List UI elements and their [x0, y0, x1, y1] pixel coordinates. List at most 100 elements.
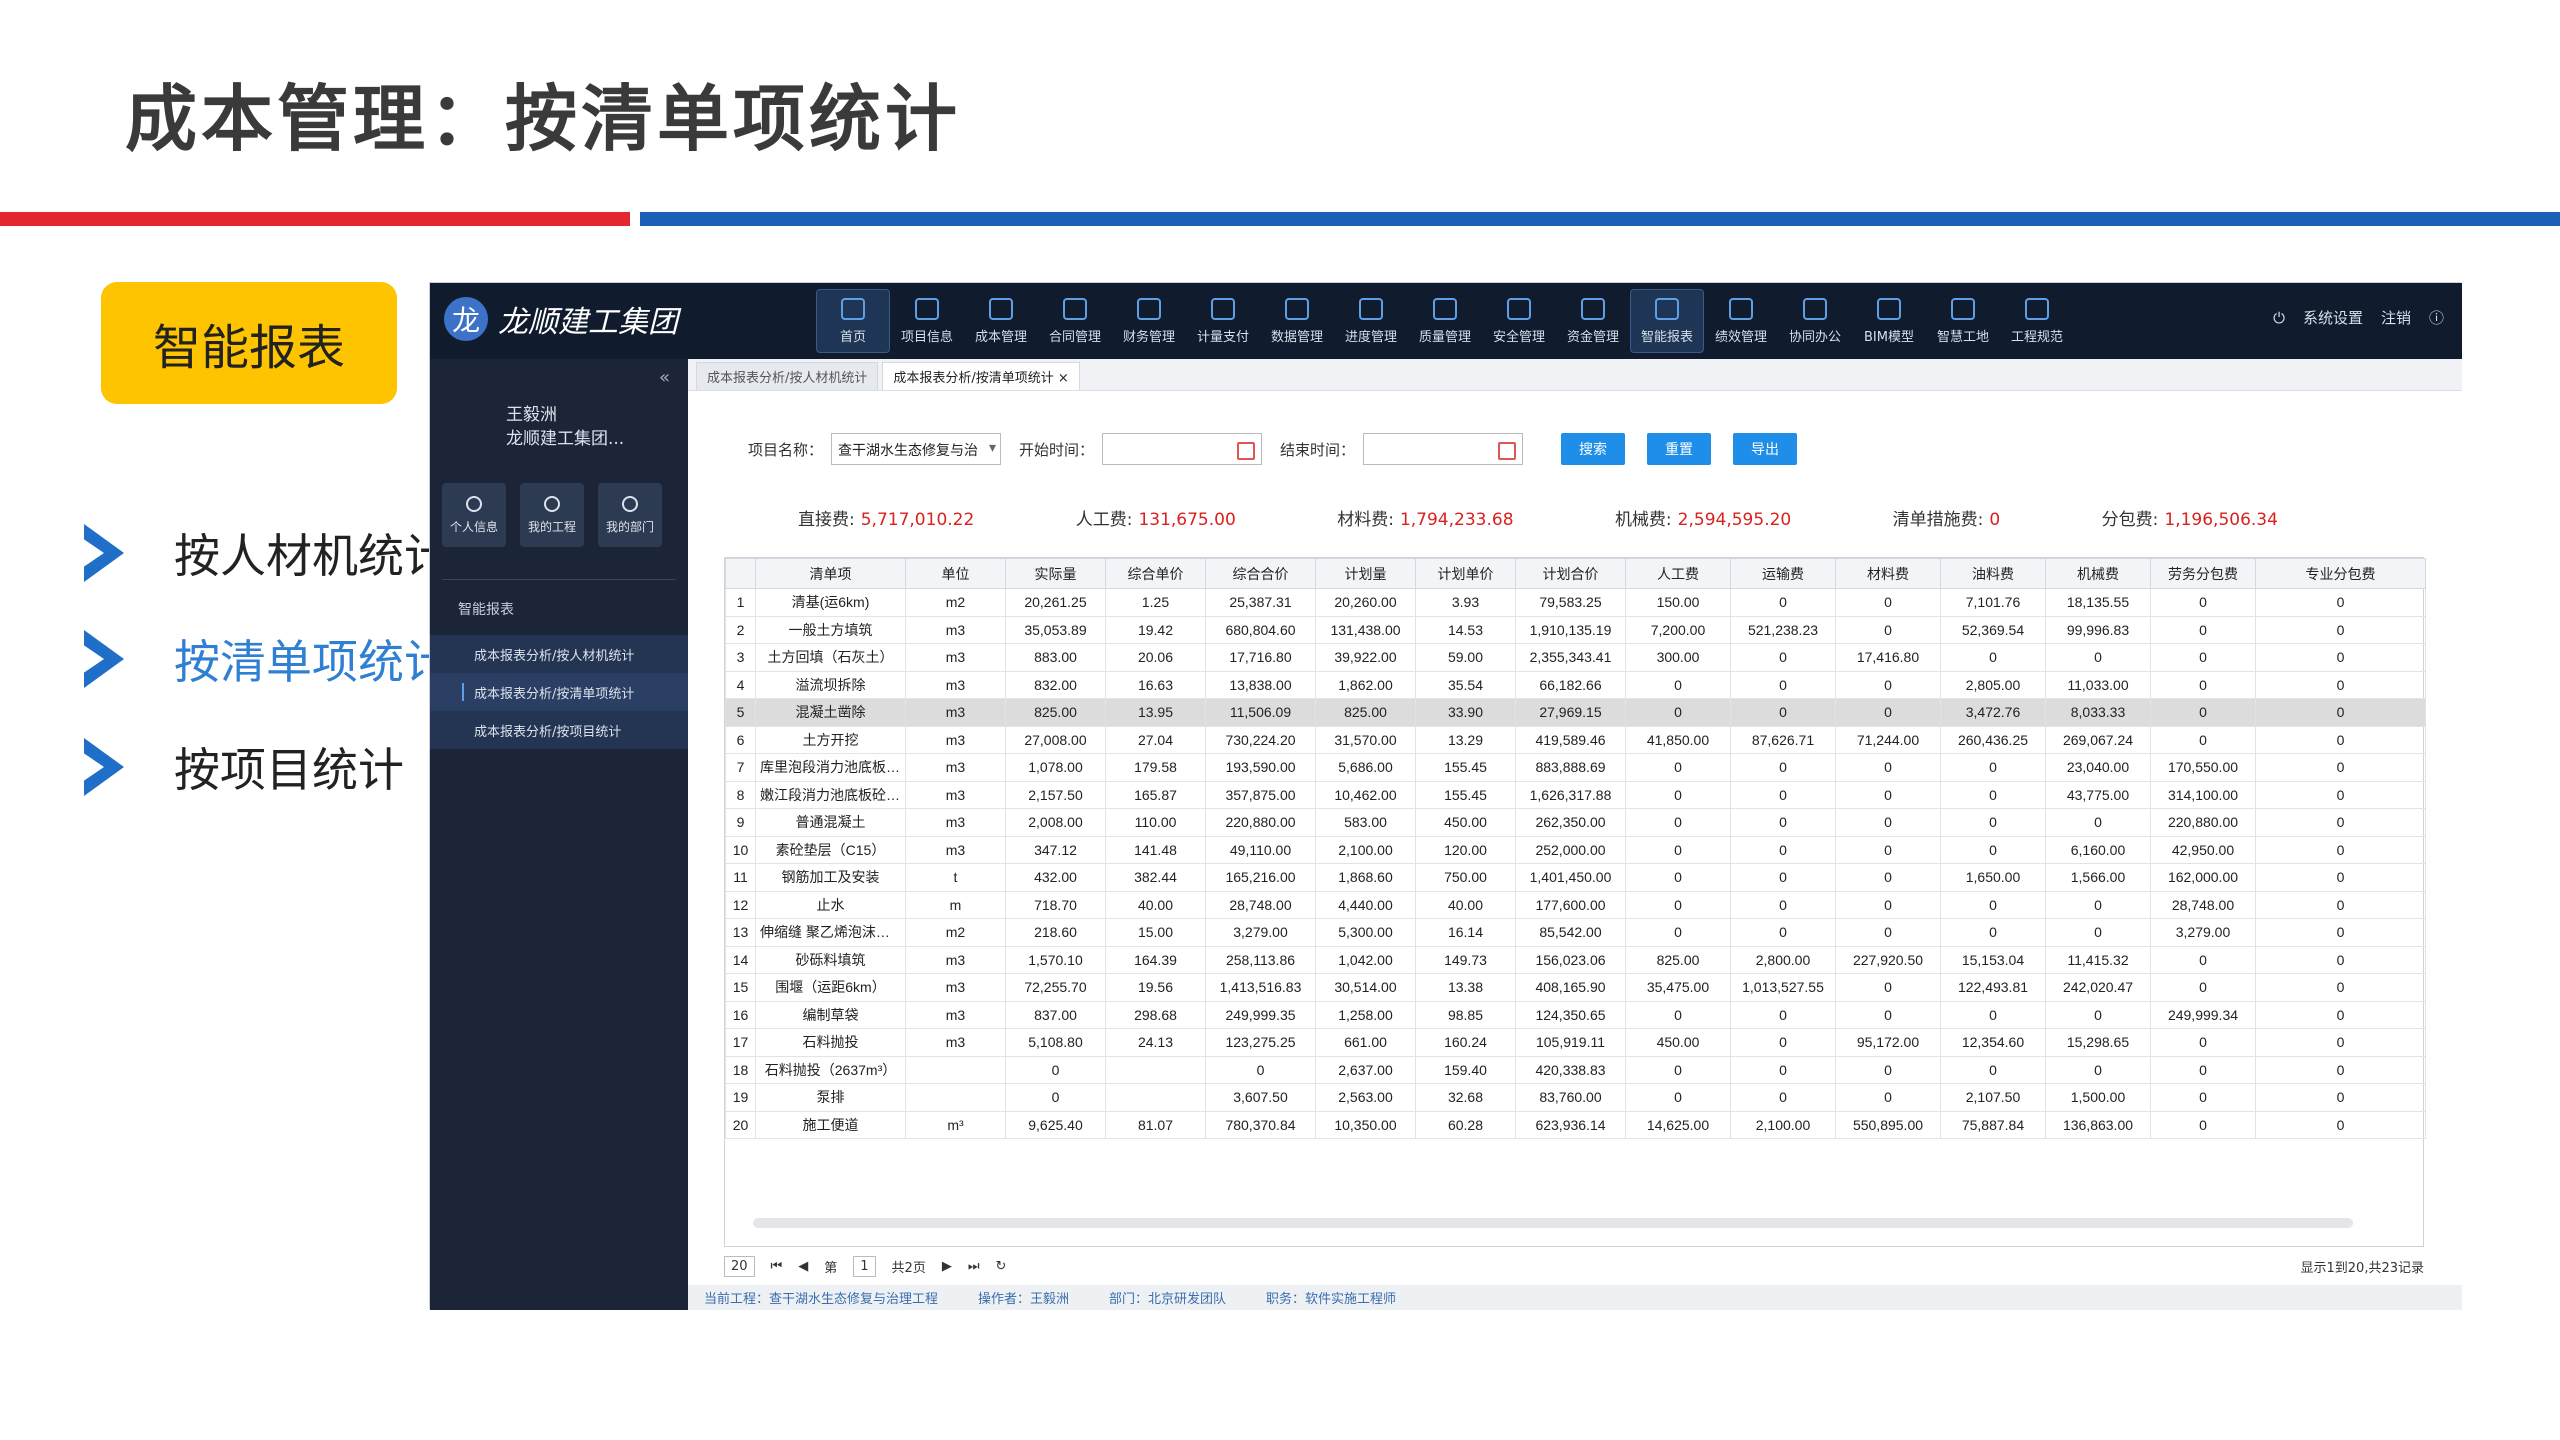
summary-item: 清单措施费: 0	[1893, 505, 2001, 530]
start-time-input[interactable]	[1102, 433, 1263, 465]
power-icon[interactable]: ⏻	[2273, 309, 2285, 327]
sidebar-item-project[interactable]: 成本报表分析/按项目统计	[430, 711, 688, 749]
table-row[interactable]: 2 一般土方填筑 m3 35,053.89 19.42 680,804.60 131,438…	[725, 615, 2426, 644]
menu-item-13[interactable]: 协同办公	[1778, 289, 1852, 353]
column-header[interactable]: 单位	[905, 558, 1006, 589]
quick-project-button[interactable]: 我的工程	[520, 483, 584, 547]
refresh-icon[interactable]: ↻	[996, 1259, 1007, 1274]
pagination: 20 ⏮ ◀ 第 1 共2页 ▶ ⏭ ↻ 显示1到20,共23记录	[724, 1251, 2424, 1281]
table-cell: 165.87	[1105, 780, 1206, 809]
page-size-select[interactable]: 20	[724, 1255, 755, 1277]
menu-item-5[interactable]: 计量支付	[1186, 289, 1260, 353]
menu-item-4[interactable]: 财务管理	[1112, 289, 1186, 353]
table-cell: 0	[1730, 753, 1836, 782]
column-header[interactable]: 实际量	[1005, 558, 1106, 589]
table-row[interactable]: 12 止水 m 718.70 40.00 28,748.00 4,440.00 40.00 17…	[725, 890, 2426, 919]
prev-page-icon[interactable]: ◀	[798, 1259, 808, 1274]
menu-item-9[interactable]: 安全管理	[1482, 289, 1556, 353]
settings-button[interactable]: 系统设置	[2303, 307, 2363, 328]
table-cell: 33.90	[1415, 698, 1516, 727]
table-cell: 0	[2255, 725, 2426, 754]
table-row[interactable]: 3 土方回填（石灰土） m3 883.00 20.06 17,716.80 39,922.0…	[725, 643, 2426, 672]
column-header[interactable]: 专业分包费	[2255, 558, 2426, 589]
column-header[interactable]: 材料费	[1835, 558, 1941, 589]
table-row[interactable]: 13 伸缩缝 聚乙烯泡沫填... m2 218.60 15.00 3,279.00 5,30…	[725, 918, 2426, 947]
menu-item-1[interactable]: 项目信息	[890, 289, 964, 353]
column-header[interactable]: 清单项	[755, 558, 906, 589]
table-cell: 300.00	[1625, 643, 1731, 672]
table-row[interactable]: 16 编制草袋 m3 837.00 298.68 249,999.35 1,258.00 98…	[725, 1000, 2426, 1029]
column-header[interactable]: 油料费	[1940, 558, 2046, 589]
menu-item-0[interactable]: 首页	[816, 289, 890, 353]
help-icon[interactable]: ⓘ	[2429, 307, 2444, 328]
table-row[interactable]: 9 普通混凝土 m3 2,008.00 110.00 220,880.00 583.00 45…	[725, 808, 2426, 837]
horizontal-scrollbar[interactable]	[753, 1218, 2353, 1228]
column-header[interactable]: 运输费	[1730, 558, 1836, 589]
tab-material[interactable]: 成本报表分析/按人材机统计	[696, 362, 879, 390]
table-row[interactable]: 5 混凝土凿除 m3 825.00 13.95 11,506.09 825.00 33.90 2…	[725, 698, 2426, 727]
table-row[interactable]: 6 土方开挖 m3 27,008.00 27.04 730,224.20 31,570.00…	[725, 725, 2426, 754]
menu-item-label: BIM模型	[1864, 329, 1914, 345]
menu-item-10[interactable]: 资金管理	[1556, 289, 1630, 353]
table-cell: 1,401,450.00	[1515, 863, 1626, 892]
column-header[interactable]	[725, 558, 756, 589]
end-time-input[interactable]	[1363, 433, 1524, 465]
column-header[interactable]: 劳务分包费	[2150, 558, 2256, 589]
next-page-icon[interactable]: ▶	[942, 1259, 952, 1274]
collapse-icon[interactable]: «	[659, 367, 670, 388]
table-row[interactable]: 8 嫩江段消力池底板砼C... m3 2,157.50 165.87 357,875.00…	[725, 780, 2426, 809]
first-page-icon[interactable]: ⏮	[771, 1259, 783, 1274]
menu-item-11[interactable]: 智能报表	[1630, 289, 1704, 353]
column-header[interactable]: 综合合价	[1205, 558, 1316, 589]
table-cell: 8	[725, 780, 756, 809]
project-select[interactable]: 查干湖水生态修复与治	[831, 433, 1002, 465]
menu-item-3[interactable]: 合同管理	[1038, 289, 1112, 353]
table-row[interactable]: 15 围堰（运距6km） m3 72,255.70 19.56 1,413,516.83 3…	[725, 973, 2426, 1002]
table-cell: 0	[2255, 1110, 2426, 1139]
table-cell: 25,387.31	[1205, 588, 1316, 617]
table-row[interactable]: 10 素砼垫层（C15） m3 347.12 141.48 49,110.00 2,100.…	[725, 835, 2426, 864]
column-header[interactable]: 机械费	[2045, 558, 2151, 589]
menu-item-7[interactable]: 进度管理	[1334, 289, 1408, 353]
menu-item-15[interactable]: 智慧工地	[1926, 289, 2000, 353]
table-row[interactable]: 17 石料抛投 m3 5,108.80 24.13 123,275.25 661.00 160…	[725, 1028, 2426, 1057]
table-row[interactable]: 11 钢筋加工及安装 t 432.00 382.44 165,216.00 1,868.60…	[725, 863, 2426, 892]
table-row[interactable]: 7 库里泡段消力池底板砼... m3 1,078.00 179.58 193,590.00…	[725, 753, 2426, 782]
menu-icon	[841, 297, 865, 320]
quick-dept-button[interactable]: 我的部门	[598, 483, 662, 547]
column-header[interactable]: 计划单价	[1415, 558, 1516, 589]
table-row[interactable]: 18 石料抛投（2637m³） 0 0 2,637.00 159.40 420,338.83…	[725, 1055, 2426, 1084]
menu-item-2[interactable]: 成本管理	[964, 289, 1038, 353]
search-button[interactable]: 搜索	[1561, 433, 1626, 465]
column-header[interactable]: 综合单价	[1105, 558, 1206, 589]
quick-personal-button[interactable]: 个人信息	[442, 483, 506, 547]
last-page-icon[interactable]: ⏭	[968, 1259, 980, 1274]
table-cell: m3	[905, 753, 1006, 782]
table-cell: 0	[2255, 615, 2426, 644]
column-header[interactable]: 人工费	[1625, 558, 1731, 589]
table-row[interactable]: 14 砂砾料填筑 m3 1,570.10 164.39 258,113.86 1,042.0…	[725, 945, 2426, 974]
layers-icon	[544, 495, 560, 512]
table-cell: 0	[1625, 670, 1731, 699]
column-header[interactable]: 计划量	[1315, 558, 1416, 589]
menu-item-14[interactable]: BIM模型	[1852, 289, 1926, 353]
table-row[interactable]: 1 清基(运6km) m2 20,261.25 1.25 25,387.31 20,260.…	[725, 588, 2426, 617]
logout-button[interactable]: 注销	[2381, 307, 2411, 328]
menu-item-6[interactable]: 数据管理	[1260, 289, 1334, 353]
menu-item-16[interactable]: 工程规范	[2000, 289, 2074, 353]
table-cell: 35,475.00	[1625, 973, 1731, 1002]
sidebar-item-bill[interactable]: 成本报表分析/按清单项统计	[430, 673, 688, 711]
table-row[interactable]: 20 施工便道 m³ 9,625.40 81.07 780,370.84 10,350.00…	[725, 1110, 2426, 1139]
sidebar-item-material[interactable]: 成本报表分析/按人材机统计	[430, 635, 688, 673]
table-row[interactable]: 4 溢流坝拆除 m3 832.00 16.63 13,838.00 1,862.00 35.5…	[725, 670, 2426, 699]
tab-bill[interactable]: 成本报表分析/按清单项统计 ×	[882, 362, 1080, 390]
reset-button[interactable]: 重置	[1647, 433, 1712, 465]
sidebar-section-title[interactable]: 智能报表	[458, 599, 514, 619]
menu-item-12[interactable]: 绩效管理	[1704, 289, 1778, 353]
page-input[interactable]: 1	[853, 1255, 876, 1277]
menu-item-8[interactable]: 质量管理	[1408, 289, 1482, 353]
export-button[interactable]: 导出	[1733, 433, 1798, 465]
table-cell: 20.06	[1105, 643, 1206, 672]
table-row[interactable]: 19 泵排 0 3,607.50 2,563.00 32.68 83,760.00 0 0 0 2,…	[725, 1083, 2426, 1112]
column-header[interactable]: 计划合价	[1515, 558, 1626, 589]
